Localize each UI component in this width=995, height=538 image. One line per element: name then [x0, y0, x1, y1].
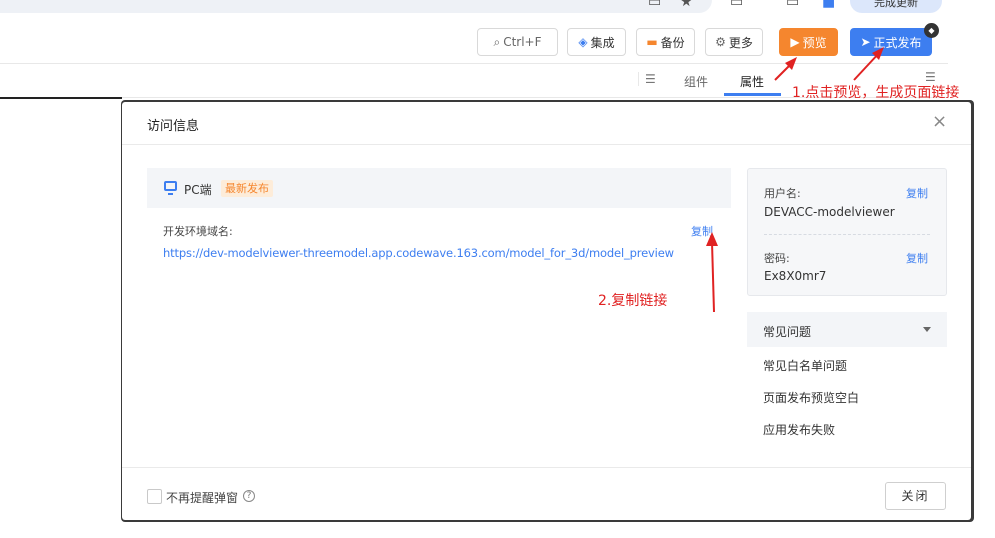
- close-button[interactable]: 关闭: [885, 482, 946, 510]
- list-icon[interactable]: ☰: [638, 72, 656, 86]
- dev-domain-label: 开发环境域名:: [163, 225, 233, 238]
- username-value: DEVACC-modelviewer: [764, 205, 895, 219]
- browser-strip: ▭ ★ ▭ ▭ ■ 完成更新: [0, 0, 995, 20]
- copy-username-button[interactable]: 复制: [906, 185, 928, 201]
- play-icon: ▶: [790, 35, 800, 49]
- send-icon: ➤: [860, 35, 871, 49]
- copy-url-button[interactable]: 复制: [691, 223, 713, 239]
- profile-icon[interactable]: ▭: [786, 0, 799, 10]
- dont-remind-checkbox[interactable]: [147, 489, 162, 504]
- publish-button[interactable]: ➤ 正式发布: [850, 28, 932, 56]
- integrate-label: 集成: [590, 35, 615, 50]
- latest-publish-badge: 最新发布: [221, 180, 273, 197]
- faq-item-publish-failed[interactable]: 应用发布失败: [763, 421, 835, 438]
- pc-label: PC端: [184, 183, 212, 197]
- gear-icon: ⚙: [715, 35, 726, 49]
- tab-components[interactable]: 组件: [684, 73, 708, 90]
- ide-toolbar: ⌕ Ctrl+F ◈ 集成 ▬ 备份 ⚙ 更多 ▶ 预览 ➤ 正式发布 ◆: [0, 20, 948, 64]
- canvas-divider: [0, 97, 122, 99]
- integrate-button[interactable]: ◈ 集成: [567, 28, 626, 56]
- bookmark-icon[interactable]: ▭: [648, 0, 661, 10]
- copy-password-button[interactable]: 复制: [906, 250, 928, 266]
- help-icon[interactable]: ?: [243, 490, 255, 502]
- more-label: 更多: [728, 35, 753, 50]
- tab-properties[interactable]: 属性: [740, 73, 764, 90]
- password-value: Ex8X0mr7: [764, 269, 827, 283]
- monitor-icon: [164, 181, 177, 195]
- backup-label: 备份: [660, 35, 685, 50]
- update-button[interactable]: 完成更新: [850, 0, 942, 13]
- chevron-down-icon: [923, 327, 931, 332]
- pc-section-header: PC端 最新发布: [147, 168, 731, 208]
- username-label: 用户名:: [764, 187, 801, 200]
- preview-label: 预览: [802, 35, 827, 50]
- faq-item-whitelist[interactable]: 常见白名单问题: [763, 357, 847, 374]
- credentials-divider: [764, 234, 930, 235]
- star-icon[interactable]: ★: [680, 0, 693, 10]
- dialog-footer: 不再提醒弹窗 ? 关闭: [122, 467, 971, 520]
- update-label: 完成更新: [874, 0, 918, 9]
- account-icon[interactable]: ■: [822, 0, 835, 10]
- window-icon[interactable]: ▭: [730, 0, 743, 10]
- close-icon[interactable]: ×: [932, 112, 947, 132]
- dialog-title: 访问信息: [147, 119, 200, 134]
- more-button[interactable]: ⚙ 更多: [705, 28, 763, 56]
- search-button[interactable]: ⌕ Ctrl+F: [477, 28, 558, 56]
- active-tab-indicator: [724, 93, 781, 96]
- publish-badge-icon: ◆: [924, 23, 939, 38]
- address-bar[interactable]: [0, 0, 712, 13]
- faq-dropdown[interactable]: 常见问题: [747, 312, 947, 347]
- search-shortcut: Ctrl+F: [503, 35, 542, 49]
- credentials-card: 用户名: 复制 DEVACC-modelviewer 密码: 复制 Ex8X0m…: [747, 168, 947, 296]
- dont-remind-label: 不再提醒弹窗: [166, 491, 239, 505]
- dialog-header: 访问信息 ×: [122, 102, 971, 145]
- password-label: 密码:: [764, 252, 790, 265]
- dev-domain-url[interactable]: https://dev-modelviewer-threemodel.app.c…: [163, 246, 674, 260]
- backup-icon: ▬: [646, 35, 658, 49]
- access-info-dialog: 访问信息 × PC端 最新发布 开发环境域名: 复制 https://dev-m…: [122, 102, 971, 520]
- preview-button[interactable]: ▶ 预览: [779, 28, 838, 56]
- layers-icon: ◈: [578, 35, 588, 49]
- publish-label: 正式发布: [873, 35, 922, 50]
- backup-button[interactable]: ▬ 备份: [636, 28, 695, 56]
- annotation-step-2: 2.复制链接: [598, 293, 668, 309]
- faq-item-blank-preview[interactable]: 页面发布预览空白: [763, 389, 859, 406]
- annotation-step-1: 1.点击预览，生成页面链接: [792, 85, 960, 101]
- faq-title: 常见问题: [763, 325, 812, 339]
- search-icon: ⌕: [493, 34, 501, 49]
